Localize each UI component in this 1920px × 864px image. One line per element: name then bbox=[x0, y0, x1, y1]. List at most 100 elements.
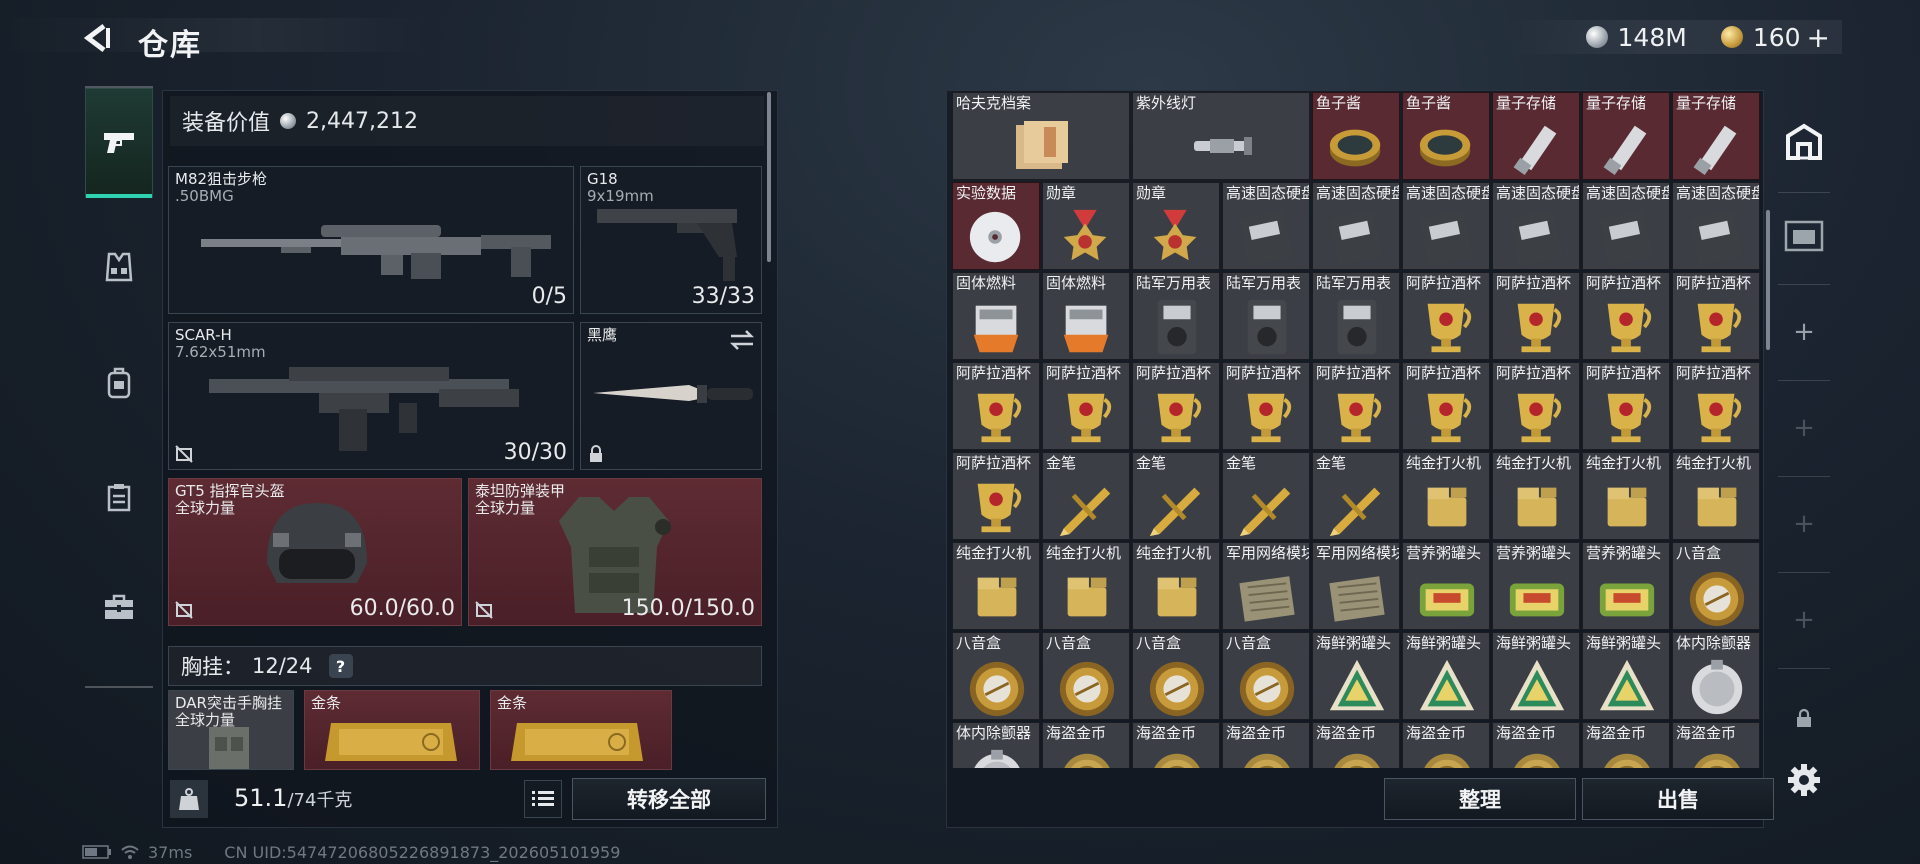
stash-item[interactable]: 金笔 bbox=[1042, 452, 1130, 540]
add-currency-button[interactable]: + bbox=[1807, 21, 1830, 54]
stash-item[interactable]: 纯金打火机 bbox=[1582, 452, 1670, 540]
stash-tab-add[interactable]: + bbox=[1776, 388, 1832, 468]
swap-icon[interactable] bbox=[729, 329, 755, 351]
stash-item[interactable]: 军用网络模块 bbox=[1222, 542, 1310, 630]
stash-item[interactable]: 海鲜粥罐头 bbox=[1312, 632, 1400, 720]
stash-item[interactable]: 阿萨拉酒杯 bbox=[1402, 362, 1490, 450]
stash-item[interactable]: 高速固态硬盘 bbox=[1312, 182, 1400, 270]
stash-item[interactable]: 金笔 bbox=[1132, 452, 1220, 540]
stash-item[interactable]: 高速固态硬盘 bbox=[1402, 182, 1490, 270]
stash-item[interactable]: 营养粥罐头 bbox=[1492, 542, 1580, 630]
stash-item[interactable]: 量子存储 bbox=[1672, 92, 1760, 180]
stash-item[interactable]: 营养粥罐头 bbox=[1582, 542, 1670, 630]
stash-item[interactable]: 固体燃料 bbox=[1042, 272, 1130, 360]
stash-item[interactable]: 量子存储 bbox=[1492, 92, 1580, 180]
stash-item[interactable]: 阿萨拉酒杯 bbox=[1492, 272, 1580, 360]
stash-item[interactable]: 阿萨拉酒杯 bbox=[1132, 362, 1220, 450]
slot-primary-weapon[interactable]: M82狙击步枪 .50BMG 0/5 bbox=[168, 166, 574, 314]
tab-pouch[interactable] bbox=[85, 442, 153, 552]
slot-melee[interactable]: 黑鹰 bbox=[580, 322, 762, 470]
stash-item[interactable]: 八音盒 bbox=[952, 632, 1040, 720]
stash-item[interactable]: 纯金打火机 bbox=[1042, 542, 1130, 630]
stash-item[interactable]: 固体燃料 bbox=[952, 272, 1040, 360]
rig-item[interactable]: 金条 bbox=[304, 690, 480, 770]
stash-item[interactable]: 海盗金币 bbox=[1582, 722, 1670, 768]
stash-item[interactable]: 陆军万用表 bbox=[1132, 272, 1220, 360]
stash-item[interactable]: 阿萨拉酒杯 bbox=[1672, 362, 1760, 450]
stash-item[interactable]: 阿萨拉酒杯 bbox=[952, 452, 1040, 540]
stash-item[interactable]: 纯金打火机 bbox=[1492, 452, 1580, 540]
stash-item[interactable]: 八音盒 bbox=[1132, 632, 1220, 720]
stash-tab-add[interactable]: + bbox=[1776, 292, 1832, 372]
stash-item[interactable]: 八音盒 bbox=[1042, 632, 1130, 720]
stash-item[interactable]: 高速固态硬盘 bbox=[1672, 182, 1760, 270]
stash-item[interactable]: 高速固态硬盘 bbox=[1582, 182, 1670, 270]
stash-item[interactable]: 纯金打火机 bbox=[1402, 452, 1490, 540]
stash-item[interactable]: 勋章 bbox=[1132, 182, 1220, 270]
stash-item[interactable]: 紫外线灯 bbox=[1132, 92, 1310, 180]
help-button[interactable]: ? bbox=[328, 654, 353, 678]
stash-item[interactable]: 海盗金币 bbox=[1312, 722, 1400, 768]
slot-sidearm[interactable]: G18 9x19mm 33/33 bbox=[580, 166, 762, 314]
transfer-all-button[interactable]: 转移全部 bbox=[572, 778, 766, 820]
stash-item[interactable]: 勋章 bbox=[1042, 182, 1130, 270]
stash-item[interactable]: 量子存储 bbox=[1582, 92, 1670, 180]
stash-item[interactable]: 八音盒 bbox=[1222, 632, 1310, 720]
stash-item[interactable]: 阿萨拉酒杯 bbox=[1312, 362, 1400, 450]
rig-item[interactable]: 金条 bbox=[490, 690, 672, 770]
stash-item[interactable]: 海盗金币 bbox=[1402, 722, 1490, 768]
stash-item[interactable]: 阿萨拉酒杯 bbox=[1672, 272, 1760, 360]
stash-item[interactable]: 阿萨拉酒杯 bbox=[1222, 362, 1310, 450]
stash-item[interactable]: 海盗金币 bbox=[1042, 722, 1130, 768]
stash-item[interactable]: 鱼子酱 bbox=[1312, 92, 1400, 180]
tab-chest-rig[interactable] bbox=[85, 212, 153, 322]
stash-item[interactable]: 阿萨拉酒杯 bbox=[952, 362, 1040, 450]
stash-tab-vault[interactable] bbox=[1776, 196, 1832, 276]
stash-item[interactable]: 营养粥罐头 bbox=[1402, 542, 1490, 630]
tab-backpack[interactable] bbox=[85, 328, 153, 438]
stash-item[interactable]: 阿萨拉酒杯 bbox=[1492, 362, 1580, 450]
rig-item[interactable]: DAR突击手胸挂 全球力量 bbox=[168, 690, 294, 770]
stash-item[interactable]: 海鲜粥罐头 bbox=[1492, 632, 1580, 720]
stash-item[interactable]: 金笔 bbox=[1312, 452, 1400, 540]
stash-tab-main[interactable] bbox=[1776, 102, 1832, 182]
stash-item[interactable]: 陆军万用表 bbox=[1222, 272, 1310, 360]
stash-item[interactable]: 金笔 bbox=[1222, 452, 1310, 540]
stash-item[interactable]: 阿萨拉酒杯 bbox=[1582, 272, 1670, 360]
stash-item[interactable]: 阿萨拉酒杯 bbox=[1402, 272, 1490, 360]
sell-button[interactable]: 出售 bbox=[1582, 778, 1774, 820]
settings-button[interactable] bbox=[1782, 758, 1826, 802]
stash-item[interactable]: 高速固态硬盘 bbox=[1492, 182, 1580, 270]
loadout-scrollbar[interactable] bbox=[767, 92, 771, 262]
stash-item[interactable]: 哈夫克档案 bbox=[952, 92, 1130, 180]
stash-tab-add[interactable]: + bbox=[1776, 484, 1832, 564]
slot-secondary-weapon[interactable]: SCAR-H 7.62x51mm 30/30 bbox=[168, 322, 574, 470]
stash-item[interactable]: 鱼子酱 bbox=[1402, 92, 1490, 180]
stash-item[interactable]: 陆军万用表 bbox=[1312, 272, 1400, 360]
tab-safebox[interactable] bbox=[85, 552, 153, 662]
sort-button[interactable]: 整理 bbox=[1384, 778, 1576, 820]
stash-item[interactable]: 实验数据 bbox=[952, 182, 1040, 270]
tab-weapons[interactable] bbox=[85, 88, 153, 198]
stash-item[interactable]: 军用网络模块 bbox=[1312, 542, 1400, 630]
stash-item[interactable]: 阿萨拉酒杯 bbox=[1042, 362, 1130, 450]
stash-item[interactable]: 阿萨拉酒杯 bbox=[1582, 362, 1670, 450]
stash-item[interactable]: 体内除颤器 bbox=[1672, 632, 1760, 720]
list-view-button[interactable] bbox=[524, 780, 562, 818]
stash-item[interactable]: 高速固态硬盘 bbox=[1222, 182, 1310, 270]
stash-tab-add[interactable]: + bbox=[1776, 580, 1832, 660]
stash-item[interactable]: 纯金打火机 bbox=[952, 542, 1040, 630]
stash-tab-locked[interactable] bbox=[1776, 676, 1832, 760]
stash-scrollbar[interactable] bbox=[1766, 210, 1770, 350]
stash-item[interactable]: 纯金打火机 bbox=[1132, 542, 1220, 630]
stash-item[interactable]: 海鲜粥罐头 bbox=[1582, 632, 1670, 720]
stash-item[interactable]: 体内除颤器 bbox=[952, 722, 1040, 768]
slot-helmet[interactable]: GT5 指挥官头盔 全球力量 60.0/60.0 bbox=[168, 478, 462, 626]
slot-armor[interactable]: 泰坦防弹装甲 全球力量 150.0/150.0 bbox=[468, 478, 762, 626]
stash-item[interactable]: 海鲜粥罐头 bbox=[1402, 632, 1490, 720]
stash-item[interactable]: 海盗金币 bbox=[1492, 722, 1580, 768]
stash-item[interactable]: 海盗金币 bbox=[1132, 722, 1220, 768]
stash-item[interactable]: 八音盒 bbox=[1672, 542, 1760, 630]
stash-item[interactable]: 纯金打火机 bbox=[1672, 452, 1760, 540]
back-button[interactable] bbox=[78, 18, 118, 58]
